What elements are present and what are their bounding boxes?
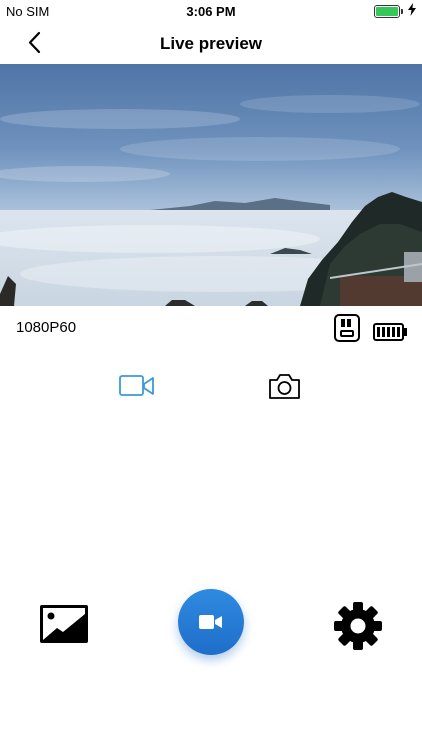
battery-bar	[387, 327, 390, 337]
phone-battery-nub	[401, 9, 403, 14]
camera-battery-icon	[373, 323, 407, 341]
battery-bar	[397, 327, 400, 337]
live-camera-feed	[0, 64, 422, 306]
camera-battery-bars	[377, 327, 400, 337]
status-time: 3:06 PM	[186, 4, 236, 19]
battery-bar	[377, 327, 380, 337]
record-button[interactable]	[178, 589, 244, 655]
sd-card-icon[interactable]	[333, 313, 361, 343]
gallery-icon[interactable]	[39, 604, 89, 644]
photo-mode-icon[interactable]	[266, 372, 303, 402]
charging-bolt-icon	[408, 3, 416, 16]
battery-bar	[382, 327, 385, 337]
status-bar: No SIM 3:06 PM	[0, 0, 422, 22]
resolution-label: 1080P60	[16, 319, 77, 336]
phone-battery-icon	[374, 5, 403, 18]
camera-info-row: 1080P60	[0, 306, 422, 350]
video-mode-icon[interactable]	[118, 372, 155, 400]
record-video-icon	[199, 615, 222, 629]
battery-bar	[392, 327, 395, 337]
nav-bar: Live preview	[0, 22, 422, 64]
page-title: Live preview	[159, 34, 263, 53]
live-preview-image[interactable]	[0, 64, 422, 306]
phone-battery-fill	[376, 7, 398, 16]
gear-icon[interactable]	[333, 601, 383, 651]
